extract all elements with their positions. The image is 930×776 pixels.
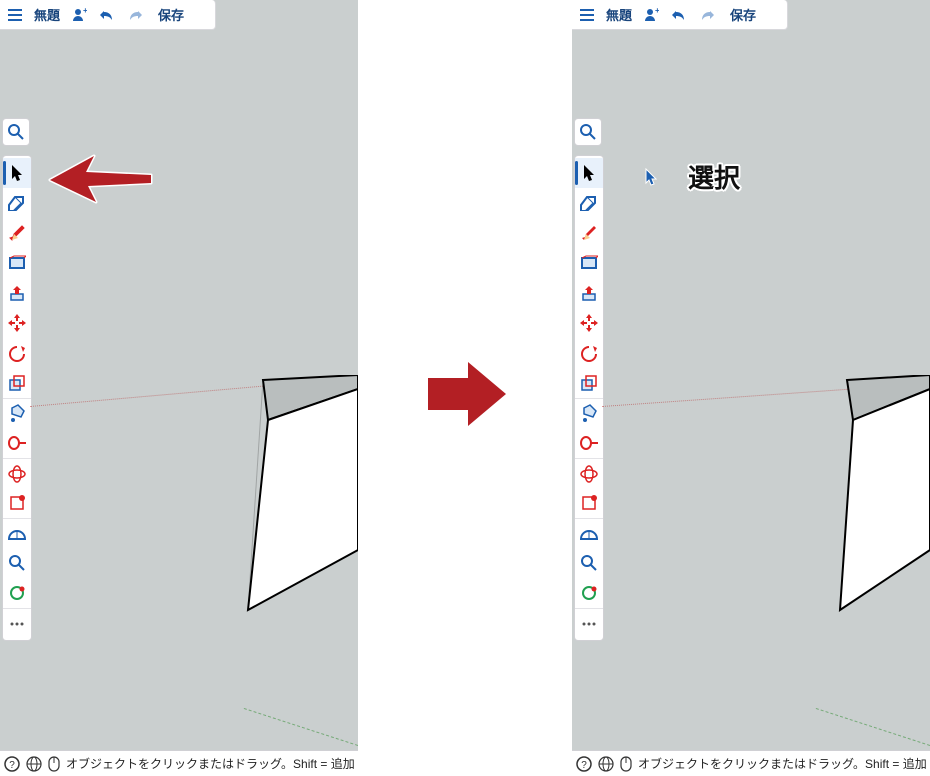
svg-text:?: ?	[581, 760, 587, 771]
annotation-arrow-icon	[46, 150, 156, 210]
cursor-select-icon	[644, 168, 660, 188]
tool-move[interactable]	[575, 308, 603, 338]
mouse-icon	[48, 756, 60, 772]
undo-icon[interactable]	[670, 8, 688, 22]
svg-text:+: +	[83, 7, 87, 15]
tool-eraser[interactable]	[575, 188, 603, 218]
tool-zoom[interactable]	[575, 548, 603, 578]
tool-rect[interactable]	[3, 248, 31, 278]
tool-pencil[interactable]	[3, 218, 31, 248]
tool-protractor[interactable]	[3, 518, 31, 548]
tool-scale[interactable]	[3, 368, 31, 398]
redo-icon	[126, 8, 144, 22]
topbar: 無題 + 保存	[0, 0, 216, 30]
tool-pan[interactable]	[575, 488, 603, 518]
tool-eraser[interactable]	[3, 188, 31, 218]
menu-icon[interactable]	[6, 8, 24, 22]
search-button[interactable]	[574, 118, 602, 146]
tool-protractor[interactable]	[575, 518, 603, 548]
tool-rect[interactable]	[575, 248, 603, 278]
tool-paint[interactable]	[3, 398, 31, 428]
globe-icon[interactable]	[26, 756, 42, 772]
tool-orbit[interactable]	[3, 458, 31, 488]
tool-move[interactable]	[3, 308, 31, 338]
tooltip-select: 選択	[688, 158, 740, 195]
search-icon	[579, 123, 597, 141]
document-title: 無題	[34, 5, 60, 24]
globe-icon[interactable]	[598, 756, 614, 772]
before-panel: 無題 + 保存	[0, 0, 358, 776]
transition-arrow-icon	[424, 358, 510, 430]
mouse-icon	[620, 756, 632, 772]
geometry-cube	[835, 375, 930, 615]
status-bar: ? オブジェクトをクリックまたはドラッグ。Shift = 追加	[572, 750, 930, 776]
search-button[interactable]	[2, 118, 30, 146]
tool-more[interactable]	[3, 608, 31, 638]
tool-select[interactable]	[575, 158, 603, 188]
toolbar	[574, 155, 604, 641]
after-panel: 無題 + 保存	[572, 0, 930, 776]
save-button[interactable]: 保存	[158, 5, 184, 24]
svg-text:?: ?	[9, 760, 15, 771]
axis-green	[244, 708, 358, 746]
tool-tape[interactable]	[575, 428, 603, 458]
tool-paint[interactable]	[575, 398, 603, 428]
tool-scale[interactable]	[575, 368, 603, 398]
tool-styles[interactable]	[575, 578, 603, 608]
tool-rotate[interactable]	[575, 338, 603, 368]
save-button[interactable]: 保存	[730, 5, 756, 24]
tool-pushpull[interactable]	[3, 278, 31, 308]
help-icon[interactable]: ?	[4, 756, 20, 772]
tool-more[interactable]	[575, 608, 603, 638]
tool-pan[interactable]	[3, 488, 31, 518]
geometry-cube	[213, 375, 358, 615]
tool-styles[interactable]	[3, 578, 31, 608]
tool-pencil[interactable]	[575, 218, 603, 248]
undo-icon[interactable]	[98, 8, 116, 22]
tool-zoom[interactable]	[3, 548, 31, 578]
status-bar: ? オブジェクトをクリックまたはドラッグ。Shift = 追加	[0, 750, 358, 776]
user-icon[interactable]: +	[642, 7, 660, 23]
axis-green	[816, 708, 930, 746]
tool-rotate[interactable]	[3, 338, 31, 368]
search-icon	[7, 123, 25, 141]
help-icon[interactable]: ?	[576, 756, 592, 772]
svg-text:+: +	[655, 7, 659, 15]
tool-select[interactable]	[3, 158, 31, 188]
document-title: 無題	[606, 5, 632, 24]
tool-pushpull[interactable]	[575, 278, 603, 308]
tool-tape[interactable]	[3, 428, 31, 458]
status-text: オブジェクトをクリックまたはドラッグ。Shift = 追加	[66, 755, 355, 772]
menu-icon[interactable]	[578, 8, 596, 22]
topbar: 無題 + 保存	[572, 0, 788, 30]
tool-orbit[interactable]	[575, 458, 603, 488]
redo-icon	[698, 8, 716, 22]
user-icon[interactable]: +	[70, 7, 88, 23]
status-text: オブジェクトをクリックまたはドラッグ。Shift = 追加	[638, 755, 927, 772]
toolbar	[2, 155, 32, 641]
